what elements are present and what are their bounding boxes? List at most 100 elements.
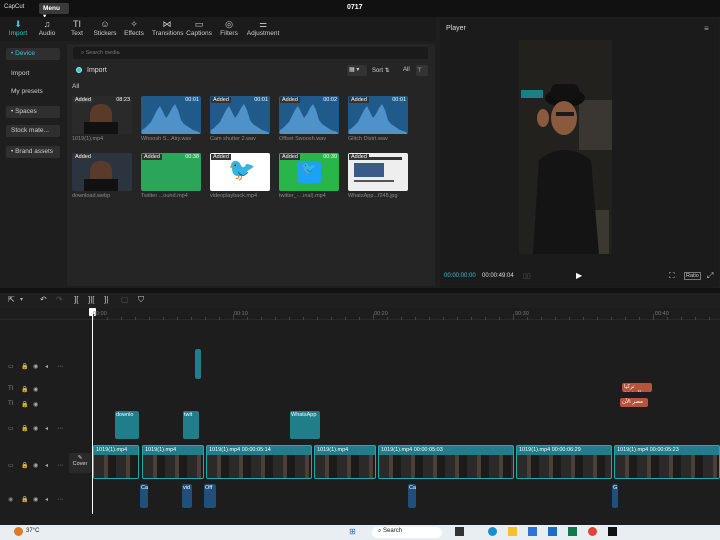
media-tile[interactable]: Added 00:01 Cam shutter 2.wav	[210, 96, 270, 146]
more-icon[interactable]: ⋯	[57, 462, 63, 469]
media-tile[interactable]: Added 00:01 Glitch Distrt.wav	[348, 96, 408, 146]
split-right-icon[interactable]: ]|	[104, 295, 108, 304]
tool-audio[interactable]: ♫ Audio	[36, 17, 58, 41]
nav-device[interactable]: • Device	[6, 48, 60, 60]
search-media-input[interactable]: ⌕ Search media	[73, 47, 428, 59]
lock-icon[interactable]: 🔒	[21, 401, 28, 408]
tool-adjustment[interactable]: ⚌ Adjustment	[246, 17, 280, 41]
sort-button[interactable]: Sort ⇅	[370, 65, 398, 76]
playhead[interactable]	[92, 308, 93, 514]
lock-icon[interactable]: 🔒	[21, 425, 28, 432]
file-explorer-icon[interactable]	[508, 527, 517, 536]
taskbar-search[interactable]: ⌕ Search	[372, 527, 442, 538]
view-mode-button[interactable]: ▦ ▾	[347, 65, 367, 76]
overlay-clip[interactable]: WhatsApp	[290, 411, 320, 439]
nav-spaces[interactable]: • Spaces	[6, 106, 60, 118]
audio-clip[interactable]: vid	[182, 484, 192, 508]
undo-icon[interactable]: ↶	[40, 295, 47, 304]
edge-icon[interactable]	[488, 527, 497, 536]
store-icon[interactable]	[528, 527, 537, 536]
main-video-clip[interactable]: 1019(1).mp4 00:00:05:23	[614, 445, 720, 479]
text-clip[interactable]: مصر الآن	[620, 398, 648, 407]
sheets-icon[interactable]	[568, 527, 577, 536]
sticker-clip[interactable]	[195, 349, 201, 379]
lock-icon[interactable]: 🔒	[21, 462, 28, 469]
media-tile[interactable]: Added WhatsApp...f248.jpg	[348, 153, 408, 203]
mute-icon[interactable]: ◂	[45, 462, 48, 469]
media-tile[interactable]: Added 08:23 1019(1).mp4	[72, 96, 132, 146]
play-button-icon[interactable]: ▶	[576, 271, 582, 280]
filter-icon[interactable]: ⊤	[416, 65, 428, 76]
main-video-clip[interactable]: 1019(1).mp4	[142, 445, 204, 479]
overlay-clip[interactable]: downlo	[115, 411, 139, 439]
ratio-button[interactable]: Ratio	[684, 272, 701, 280]
select-tool-dropdown-icon[interactable]: ▾	[20, 296, 23, 303]
more-icon[interactable]: ⋯	[57, 425, 63, 432]
audio-clip[interactable]: Off	[204, 484, 216, 508]
tool-import[interactable]: ⬇ Import	[6, 17, 30, 41]
media-tile[interactable]: Added 00:38 Twitter ...ound.mp4	[141, 153, 201, 203]
visibility-icon[interactable]: ◉	[33, 425, 38, 432]
text-clip[interactable]: تركيا الجديدة	[622, 383, 652, 392]
chrome-icon[interactable]	[588, 527, 597, 536]
weather-icon[interactable]	[14, 527, 23, 536]
fullscreen-fit-icon[interactable]: ⛶	[669, 271, 675, 281]
nav-import[interactable]: Import	[6, 68, 60, 80]
lock-icon[interactable]: 🔒	[21, 496, 28, 503]
media-tile[interactable]: Added download.webp	[72, 153, 132, 203]
media-tile[interactable]: 00:01 Whoosh S...Airy.wav	[141, 96, 201, 146]
player-menu-icon[interactable]: ≡	[704, 24, 709, 33]
media-tile[interactable]: Added 00:02 Offset Swoosh.wav	[279, 96, 339, 146]
select-tool-icon[interactable]: ⇱	[8, 295, 15, 304]
task-view-icon[interactable]	[455, 527, 464, 536]
split-icon[interactable]: ][	[74, 295, 78, 304]
import-label[interactable]: Import	[87, 67, 107, 74]
timeline-ruler[interactable]	[0, 308, 720, 320]
audio-clip[interactable]: Ca	[408, 484, 416, 508]
mute-icon[interactable]: ◂	[45, 425, 48, 432]
capcut-icon[interactable]	[608, 527, 617, 536]
lock-icon[interactable]: 🔒	[21, 386, 28, 393]
cover-button[interactable]: ✎ Cover	[69, 453, 91, 473]
tool-transitions[interactable]: ⋈ Transitions	[152, 17, 184, 41]
shield-icon[interactable]: ⛉	[138, 295, 144, 305]
nav-brand-assets[interactable]: • Brand assets	[6, 146, 60, 158]
audio-clip[interactable]: Ca	[140, 484, 148, 508]
main-video-clip[interactable]: 1019(1).mp4 00:00:05:14	[206, 445, 312, 479]
nav-stock-materials[interactable]: Stock mate...	[6, 125, 60, 137]
audio-clip[interactable]: G	[612, 484, 618, 508]
more-icon[interactable]: ⋯	[57, 363, 63, 370]
visibility-icon[interactable]: ◉	[33, 496, 38, 503]
visibility-icon[interactable]: ◉	[33, 462, 38, 469]
main-video-clip[interactable]: 1019(1).mp4	[314, 445, 376, 479]
nav-my-presets[interactable]: My presets	[6, 86, 60, 98]
delete-icon[interactable]: ▢	[121, 295, 129, 304]
overlay-clip[interactable]: twit	[183, 411, 199, 439]
redo-icon[interactable]: ↷	[56, 295, 63, 304]
all-filter-button[interactable]: All	[402, 65, 414, 76]
main-video-clip[interactable]: 1019(1).mp4 00:00:06:29	[516, 445, 612, 479]
more-icon[interactable]: ⋯	[57, 496, 63, 503]
tool-captions[interactable]: ▭ Captions	[185, 17, 213, 41]
tool-effects[interactable]: ✧ Effects	[122, 17, 146, 41]
tool-stickers[interactable]: ☺ Stickers	[92, 17, 118, 41]
start-icon[interactable]: ⊞	[349, 527, 356, 536]
visibility-icon[interactable]: ◉	[33, 386, 38, 393]
media-tile[interactable]: 🐦 Added videoplayback.mp4	[210, 153, 270, 203]
main-video-clip[interactable]: 1019(1).mp4 00:00:05:03	[378, 445, 514, 479]
visibility-icon[interactable]: ◉	[33, 401, 38, 408]
split-left-icon[interactable]: ]|[	[88, 295, 95, 304]
mute-icon[interactable]: ◂	[45, 363, 48, 370]
media-tile[interactable]: 🐦 Added 00:30 twitter_-...inal).mp4	[279, 153, 339, 203]
fullscreen-icon[interactable]: ⤢	[707, 271, 713, 281]
lock-icon[interactable]: 🔒	[21, 363, 28, 370]
mail-icon[interactable]	[548, 527, 557, 536]
visibility-icon[interactable]: ◉	[33, 363, 38, 370]
import-radio-icon[interactable]	[76, 67, 82, 73]
tool-text[interactable]: TI Text	[68, 17, 86, 41]
menu-button[interactable]: Menu ▾	[39, 3, 69, 20]
tool-filters[interactable]: ◎ Filters	[218, 17, 240, 41]
mute-icon[interactable]: ◂	[45, 496, 48, 503]
main-video-clip[interactable]: 1019(1).mp4	[93, 445, 139, 479]
waveform-toggle-icon[interactable]: ▯▯	[523, 272, 531, 280]
